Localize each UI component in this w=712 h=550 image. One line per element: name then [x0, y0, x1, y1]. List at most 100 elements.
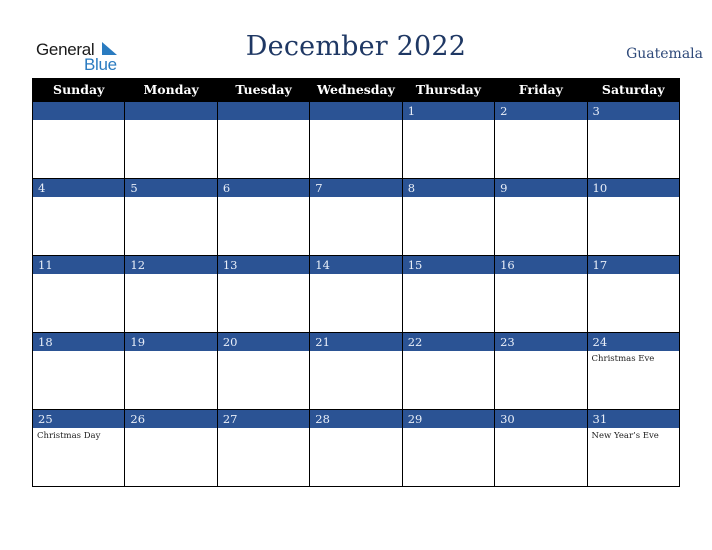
- holiday-label: [588, 120, 679, 123]
- holiday-label: [125, 428, 216, 431]
- day-cell[interactable]: 15: [401, 255, 496, 333]
- day-cell[interactable]: 28: [309, 409, 403, 487]
- day-number: 4: [33, 179, 125, 197]
- day-number: 29: [402, 410, 495, 428]
- day-cell[interactable]: 14: [309, 255, 403, 333]
- day-number: 8: [402, 179, 495, 197]
- day-cell[interactable]: 18: [31, 332, 126, 410]
- day-cell[interactable]: 30: [494, 409, 588, 487]
- holiday-label: [403, 120, 494, 123]
- day-cell[interactable]: 3: [586, 101, 681, 179]
- day-cell[interactable]: 7: [309, 178, 403, 256]
- day-number: 20: [217, 333, 310, 351]
- day-number: 3: [587, 102, 679, 120]
- weekday-header-row: Sunday Monday Tuesday Wednesday Thursday…: [31, 78, 681, 102]
- holiday-label: [310, 197, 401, 200]
- day-number: 5: [125, 179, 217, 197]
- weekday-header: Monday: [124, 78, 218, 102]
- holiday-label: [33, 197, 124, 200]
- holiday-label: [403, 351, 494, 354]
- holiday-label: [495, 428, 586, 431]
- day-cell[interactable]: 27: [216, 409, 311, 487]
- day-cell[interactable]: [124, 101, 218, 179]
- day-cell[interactable]: 26: [124, 409, 218, 487]
- holiday-label: Christmas Day: [37, 431, 101, 441]
- holiday-label: [125, 274, 216, 277]
- holiday-label: [218, 428, 309, 431]
- day-number: 25: [33, 410, 125, 428]
- day-number: 16: [495, 256, 587, 274]
- day-cell[interactable]: 22: [401, 332, 496, 410]
- holiday-label: [310, 428, 401, 431]
- calendar-grid: Sunday Monday Tuesday Wednesday Thursday…: [31, 78, 681, 487]
- day-number: [125, 102, 217, 120]
- day-number: 14: [310, 256, 402, 274]
- day-cell[interactable]: 9: [494, 178, 588, 256]
- holiday-label: [33, 120, 124, 123]
- day-number: 28: [310, 410, 402, 428]
- day-number: 17: [587, 256, 679, 274]
- day-number: 9: [495, 179, 587, 197]
- day-cell[interactable]: 5: [124, 178, 218, 256]
- day-number: [310, 102, 402, 120]
- holiday-label: [125, 351, 216, 354]
- day-number: 18: [33, 333, 125, 351]
- day-cell[interactable]: 25 Christmas Day: [31, 409, 126, 487]
- day-number: 13: [217, 256, 310, 274]
- day-cell[interactable]: 20: [216, 332, 311, 410]
- day-cell[interactable]: 6: [216, 178, 311, 256]
- day-cell[interactable]: 10: [586, 178, 681, 256]
- week-row: 25 Christmas Day 26 27 28 29 30 31 New Year’s Ev…: [31, 409, 681, 487]
- day-number: 2: [495, 102, 587, 120]
- day-number: 26: [125, 410, 217, 428]
- holiday-label: [218, 274, 309, 277]
- day-cell[interactable]: 24 Christmas Eve: [586, 332, 681, 410]
- day-cell[interactable]: 21: [309, 332, 403, 410]
- holiday-label: [218, 120, 309, 123]
- holiday-label: [495, 120, 586, 123]
- day-number: 1: [402, 102, 495, 120]
- day-number: [217, 102, 310, 120]
- day-cell[interactable]: 1: [401, 101, 496, 179]
- day-cell[interactable]: 13: [216, 255, 311, 333]
- holiday-label: [125, 197, 216, 200]
- day-cell[interactable]: 8: [401, 178, 496, 256]
- day-cell[interactable]: [31, 101, 126, 179]
- day-number: 19: [125, 333, 217, 351]
- holiday-label: [403, 274, 494, 277]
- day-number: 10: [587, 179, 679, 197]
- day-cell[interactable]: [216, 101, 311, 179]
- holiday-label: [403, 197, 494, 200]
- day-number: 7: [310, 179, 402, 197]
- day-cell[interactable]: 29: [401, 409, 496, 487]
- day-cell[interactable]: 12: [124, 255, 218, 333]
- day-number: 11: [33, 256, 125, 274]
- holiday-label: New Year’s Eve: [591, 431, 659, 441]
- day-number: 22: [402, 333, 495, 351]
- day-cell[interactable]: 19: [124, 332, 218, 410]
- holiday-label: [588, 197, 679, 200]
- weekday-header: Wednesday: [309, 78, 403, 102]
- holiday-label: [310, 351, 401, 354]
- day-cell[interactable]: 17: [586, 255, 681, 333]
- day-number: 27: [217, 410, 310, 428]
- holiday-label: [588, 274, 679, 277]
- holiday-label: [218, 351, 309, 354]
- day-cell[interactable]: [309, 101, 403, 179]
- day-number: 30: [495, 410, 587, 428]
- day-number: 12: [125, 256, 217, 274]
- day-cell[interactable]: 31 New Year’s Eve: [586, 409, 681, 487]
- holiday-label: [403, 428, 494, 431]
- day-cell[interactable]: 4: [31, 178, 126, 256]
- weekday-header: Saturday: [586, 78, 681, 102]
- day-cell[interactable]: 23: [494, 332, 588, 410]
- week-row: 11 12 13 14 15 16 17: [31, 255, 681, 333]
- weekday-header: Tuesday: [216, 78, 311, 102]
- holiday-label: Christmas Eve: [591, 354, 655, 364]
- day-number: 15: [402, 256, 495, 274]
- day-cell[interactable]: 11: [31, 255, 126, 333]
- day-number: 23: [495, 333, 587, 351]
- day-cell[interactable]: 16: [494, 255, 588, 333]
- day-cell[interactable]: 2: [494, 101, 588, 179]
- week-row: 18 19 20 21 22 23 24 Christmas Eve: [31, 332, 681, 410]
